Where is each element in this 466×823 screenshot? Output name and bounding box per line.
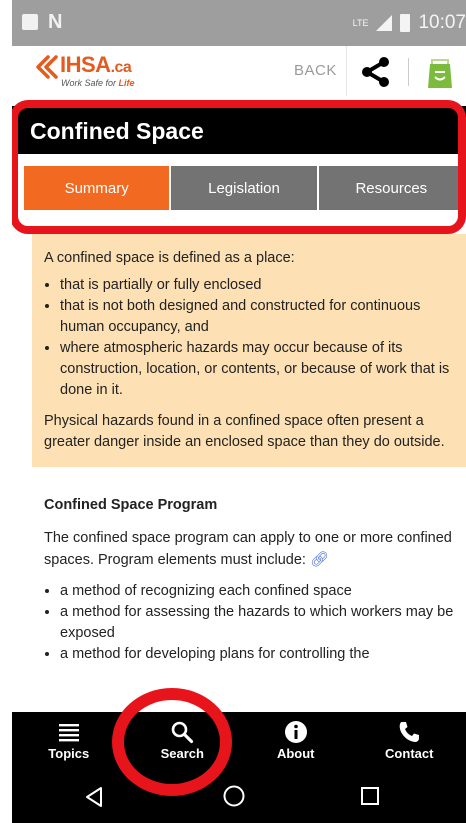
home-circle-icon[interactable] [222, 784, 246, 808]
share-icon[interactable] [358, 54, 394, 90]
system-navigation-bar [12, 768, 466, 823]
back-button[interactable]: BACK [294, 62, 337, 79]
phone-icon [399, 722, 420, 742]
section-heading: Confined Space Program [44, 497, 218, 513]
program-text: The confined space program can apply to … [44, 530, 452, 568]
annotation-highlight-circle [112, 688, 232, 796]
program-section: Confined Space Program The confined spac… [32, 467, 466, 665]
logo-suffix: .ca [110, 59, 132, 76]
notification-icon [22, 14, 38, 30]
definition-list: that is partially or fully enclosed that… [44, 275, 454, 401]
list-item: where atmospheric hazards may occur beca… [60, 338, 454, 401]
status-time: 10:07 [418, 12, 466, 33]
nav-contact[interactable]: Contact [353, 712, 466, 768]
logo-name: IHSA [60, 52, 111, 77]
content-area[interactable]: A confined space is defined as a place: … [32, 234, 466, 713]
status-bar: N LTE 10:07 [12, 0, 466, 46]
info-icon [284, 721, 307, 743]
bottom-navigation: Topics Search About Contact [12, 712, 466, 768]
ihsa-logo[interactable]: IHSA.ca Work Safe for Life [34, 52, 184, 92]
nav-label: Contact [385, 746, 434, 761]
recent-apps-icon[interactable] [360, 786, 380, 806]
header-divider [408, 58, 409, 86]
list-item: that is not both designed and constructe… [60, 296, 454, 338]
list-item: a method of recognizing each confined sp… [60, 581, 454, 602]
battery-icon [400, 14, 411, 32]
nav-about[interactable]: About [239, 712, 353, 768]
n-icon: N [48, 11, 63, 33]
header-divider [346, 46, 347, 96]
nav-topics[interactable]: Topics [12, 712, 126, 768]
definition-note: Physical hazards found in a confined spa… [44, 413, 445, 450]
nav-label: Topics [48, 746, 90, 761]
definition-intro: A confined space is defined as a place: [44, 250, 295, 266]
shopping-bag-icon[interactable] [424, 56, 456, 90]
list-item: a method for developing plans for contro… [60, 644, 454, 665]
list-icon [58, 724, 79, 742]
list-item: a method for assessing the hazards to wh… [60, 602, 454, 644]
link-icon[interactable]: 🔗︎ [310, 551, 329, 568]
program-list: a method of recognizing each confined sp… [44, 581, 454, 665]
definition-box: A confined space is defined as a place: … [32, 234, 466, 467]
signal-icon [376, 15, 393, 31]
list-item: that is partially or fully enclosed [60, 275, 454, 296]
phone-screen: N LTE 10:07 IHSA.ca Work Safe for Life B… [12, 0, 466, 823]
nav-label: About [276, 746, 315, 761]
logo-tagline: Work Safe for [61, 78, 119, 88]
lte-label: LTE [352, 18, 369, 28]
app-header: IHSA.ca Work Safe for Life BACK [12, 46, 466, 96]
logo-tagline-accent: Life [118, 78, 135, 88]
annotation-highlight-rectangle [12, 100, 466, 234]
back-triangle-icon[interactable] [84, 786, 104, 808]
